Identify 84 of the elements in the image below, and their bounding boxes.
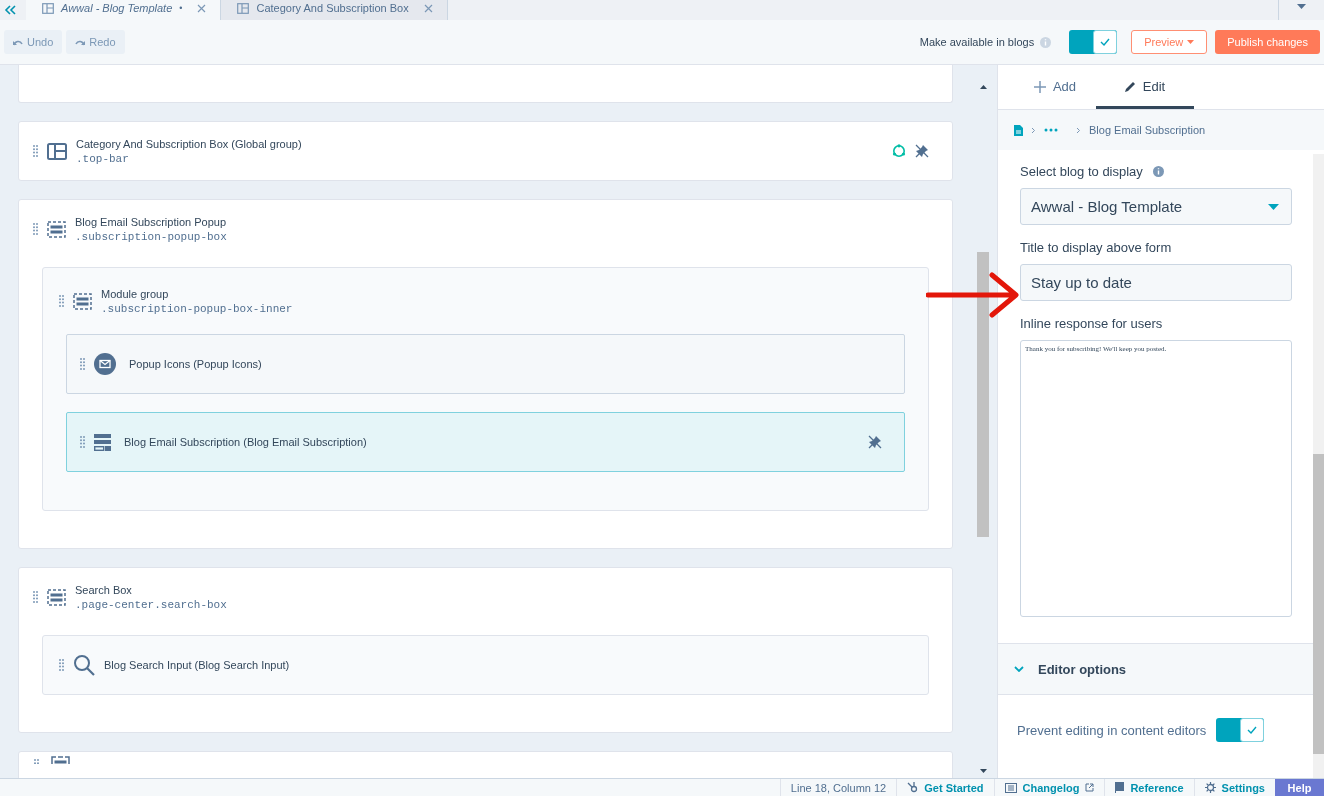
- scrollbar-thumb[interactable]: [977, 252, 989, 537]
- drag-handle-icon[interactable]: [80, 436, 85, 448]
- group-icon: [47, 588, 66, 606]
- module-title: Blog Email Subscription (Blog Email Subscription): [124, 436, 367, 448]
- close-icon[interactable]: [197, 3, 207, 13]
- field-label: Title to display above form: [1020, 240, 1172, 255]
- help-button[interactable]: Help: [1275, 778, 1324, 796]
- undo-icon: [13, 38, 23, 46]
- section-card[interactable]: Search Box .page-center.search-box Blog Search Input (Blog Search Input): [18, 567, 953, 733]
- css-selector: .subscription-popup-box: [75, 230, 227, 243]
- css-selector: .subscription-popup-box-inner: [101, 302, 293, 315]
- document-tab[interactable]: Category And Subscription Box: [221, 0, 448, 20]
- module-card[interactable]: Blog Search Input (Blog Search Input): [42, 635, 929, 695]
- settings-icon: [1204, 782, 1216, 793]
- title-field[interactable]: Stay up to date: [1020, 264, 1292, 301]
- field-label: Inline response for users: [1020, 316, 1163, 331]
- section-title: Blog Email Subscription Popup: [75, 215, 227, 228]
- form-icon: [94, 433, 111, 451]
- status-link[interactable]: Reference: [1104, 778, 1194, 796]
- section-title: Search Box: [75, 583, 133, 596]
- module-title: Module group: [101, 287, 170, 300]
- scrollbar-thumb[interactable]: [1313, 454, 1324, 754]
- panel-tab[interactable]: Add: [1014, 65, 1096, 109]
- caret-icon: [1187, 40, 1195, 44]
- module-title: Blog Search Input (Blog Search Input): [104, 659, 290, 671]
- redo-icon: [75, 38, 86, 46]
- scroll-down-icon[interactable]: [979, 769, 987, 773]
- css-selector: .top-bar: [76, 152, 130, 165]
- drag-handle-icon[interactable]: [59, 295, 64, 307]
- option-toggle[interactable]: [1216, 718, 1265, 742]
- module-card[interactable]: Blog Email Subscription (Blog Email Subscription): [66, 412, 905, 472]
- grip-icon[interactable]: [34, 759, 39, 764]
- section-card[interactable]: Category And Subscription Box (Global group) .top-bar: [18, 121, 953, 181]
- group-icon: [51, 756, 70, 764]
- option-label: Prevent editing in content editors: [1017, 722, 1207, 738]
- layout-icon: [42, 2, 54, 14]
- section-card[interactable]: Blog Email Subscription Popup .subscription-popup-box Module group .subscription-popup-box-inner Popup Icons (Popup Icons) Blog Email Subscription (Blog Email Subscription): [18, 199, 953, 549]
- drag-handle-icon[interactable]: [33, 591, 38, 603]
- module-title: Popup Icons (Popup Icons): [129, 358, 262, 370]
- caret-icon: [1268, 203, 1279, 210]
- drag-handle-icon[interactable]: [33, 145, 38, 157]
- pencil-icon: [1124, 81, 1136, 92]
- blog-select[interactable]: Awwal - Blog Template: [1020, 188, 1292, 225]
- unpin-icon[interactable]: [868, 435, 882, 449]
- check-icon: [1247, 726, 1258, 734]
- drag-handle-icon[interactable]: [33, 223, 38, 235]
- cursor-position: Line 18, Column 12: [779, 778, 897, 796]
- chevron-icon: [1014, 666, 1024, 672]
- module-card[interactable]: Module group .subscription-popup-box-inner Popup Icons (Popup Icons) Blog Email Subscription (Blog Email Subscription): [42, 267, 929, 511]
- status-link[interactable]: Get Started: [896, 778, 994, 796]
- check-icon: [1100, 38, 1111, 46]
- caret-icon[interactable]: [1297, 4, 1306, 9]
- close-icon[interactable]: [423, 3, 433, 13]
- module-card[interactable]: Popup Icons (Popup Icons): [66, 334, 905, 394]
- group-icon: [47, 220, 66, 238]
- file-icon[interactable]: [1014, 124, 1023, 136]
- global-icon: [892, 144, 906, 158]
- breadcrumb-current: Blog Email Subscription: [1089, 124, 1206, 136]
- external-link-icon: [1085, 783, 1095, 792]
- section-title: Category And Subscription Box (Global group): [76, 137, 302, 150]
- chevron-icon: [1031, 126, 1036, 134]
- document-tab[interactable]: Awwal - Blog Template •: [26, 0, 222, 20]
- drag-handle-icon[interactable]: [80, 358, 85, 370]
- unpin-icon[interactable]: [915, 144, 929, 158]
- email-icon: [94, 353, 116, 375]
- collapse-icon[interactable]: [4, 5, 16, 15]
- field-label: Select blog to display: [1020, 164, 1143, 179]
- more-icon[interactable]: [1044, 128, 1058, 132]
- plus-icon: [1033, 80, 1046, 93]
- availability-toggle[interactable]: [1069, 30, 1118, 54]
- drag-handle-icon[interactable]: [59, 659, 64, 671]
- book-icon: [1115, 782, 1125, 793]
- status-link[interactable]: Changelog: [993, 778, 1105, 796]
- info-icon: [1040, 36, 1052, 48]
- layout-icon: [237, 2, 250, 14]
- section-header[interactable]: Editor options: [998, 643, 1313, 695]
- search-icon: [73, 654, 95, 676]
- css-selector: .page-center.search-box: [75, 598, 227, 611]
- sprocket-icon: [907, 782, 919, 793]
- layout-icon: [47, 142, 67, 160]
- chevron-icon: [1076, 126, 1081, 134]
- scroll-up-icon[interactable]: [979, 85, 987, 89]
- group-icon: [73, 292, 92, 310]
- availability-label: Make available in blogs: [919, 36, 1035, 48]
